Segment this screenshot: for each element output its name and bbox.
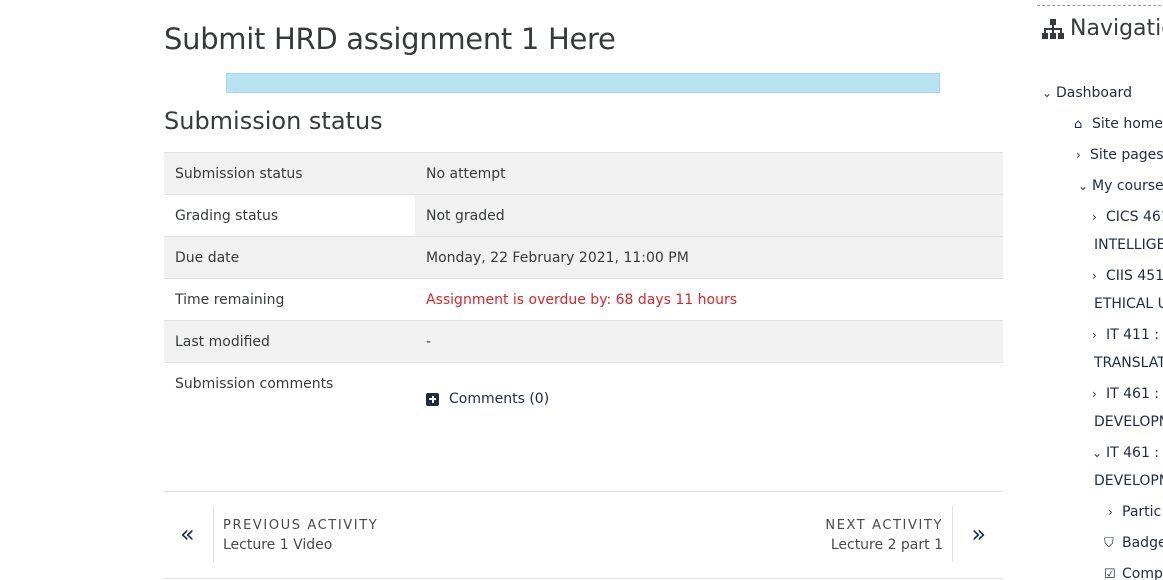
sidebar-item-label-line2: ETHICAL U — [1094, 296, 1163, 312]
row-value: - — [415, 320, 1003, 363]
row-value: Not graded — [415, 194, 1003, 237]
sidebar-item-my-courses[interactable]: ⌄My courses — [1078, 178, 1163, 194]
sidebar-item-course[interactable]: › IT 461 : — [1092, 386, 1159, 402]
chevron-down-icon: ⌄ — [1078, 179, 1089, 193]
sidebar-item-badges[interactable]: ⛉ Badge — [1104, 535, 1163, 551]
intro-bar — [226, 73, 940, 93]
sidebar-item-label: Site pages — [1090, 147, 1163, 163]
check-square-icon: ☑ — [1104, 567, 1116, 580]
sidebar-item-label-line2: INTELLIGE — [1094, 237, 1163, 253]
divider — [213, 506, 214, 562]
sidebar-item-site-pages[interactable]: › Site pages — [1076, 147, 1163, 163]
table-row: Grading status Not graded — [164, 194, 1003, 237]
sidebar-item-course[interactable]: › CICS 461 — [1092, 209, 1163, 225]
next-activity-name: Lecture 2 part 1 — [830, 537, 943, 553]
row-label: Submission status — [164, 152, 415, 195]
sidebar-item-label: IT 461 : — [1106, 386, 1160, 402]
navigation-title: Navigation — [1042, 16, 1163, 41]
row-label: Grading status — [164, 194, 415, 237]
section-title: Submission status — [164, 107, 383, 135]
chevron-right-icon: › — [1092, 328, 1097, 342]
sidebar-item-label-line2: DEVELOPM — [1094, 414, 1163, 430]
sidebar-item-site-home[interactable]: ⌂ Site home — [1074, 116, 1163, 132]
sidebar-item-label-line2: DEVELOPM — [1094, 473, 1163, 489]
sidebar-item-course[interactable]: › IT 411 : ( — [1092, 327, 1163, 343]
sidebar-item-label: IT 461 : — [1106, 445, 1160, 461]
sidebar-item-label: CICS 461 — [1106, 209, 1163, 225]
divider — [952, 506, 953, 562]
sidebar-item-course[interactable]: › CIIS 451 — [1092, 268, 1163, 284]
chevron-right-icon: › — [1092, 210, 1097, 224]
table-row: Submission comments Comments (0) — [164, 362, 1003, 464]
sidebar-dashed-border — [1037, 5, 1163, 6]
row-label: Submission comments — [164, 362, 415, 464]
chevron-right-icon: › — [1092, 269, 1097, 283]
row-label: Time remaining — [164, 278, 415, 321]
chevron-right-icon: › — [1108, 505, 1113, 519]
sidebar-item-label: Badge — [1122, 535, 1163, 551]
table-row: Time remaining Assignment is overdue by:… — [164, 278, 1003, 321]
row-value: No attempt — [415, 152, 1003, 195]
chevron-right-icon: › — [1092, 387, 1097, 401]
chevron-right-icon: › — [1076, 148, 1081, 162]
main-content: Submit HRD assignment 1 Here Submission … — [0, 0, 1020, 580]
sidebar-item-course-active[interactable]: ⌄ IT 461 : — [1092, 445, 1159, 461]
overdue-text: Assignment is overdue by: 68 days 11 hou… — [415, 278, 1003, 321]
sidebar-item-label-line2: TRANSLAT — [1094, 355, 1163, 371]
home-icon: ⌂ — [1074, 117, 1083, 132]
previous-activity-link[interactable]: « PREVIOUS ACTIVITY Lecture 1 Video — [164, 506, 564, 562]
sidebar-item-participants[interactable]: › Partic — [1108, 504, 1161, 520]
previous-activity-caption: PREVIOUS ACTIVITY — [223, 518, 379, 533]
row-value: Monday, 22 February 2021, 11:00 PM — [415, 236, 1003, 279]
row-label: Due date — [164, 236, 415, 279]
table-row: Due date Monday, 22 February 2021, 11:00… — [164, 236, 1003, 279]
row-label: Last modified — [164, 320, 415, 363]
chevron-down-icon: ⌄ — [1042, 86, 1053, 100]
sidebar-item-competencies[interactable]: ☑ Comp — [1104, 566, 1163, 580]
double-chevron-right-icon: » — [971, 520, 986, 548]
page-title: Submit HRD assignment 1 Here — [164, 22, 616, 56]
navigation-block: Navigation ⌄Dashboard ⌂Site home ›Site p… — [1037, 0, 1163, 580]
row-value: Comments (0) — [415, 362, 1003, 464]
sidebar-item-dashboard[interactable]: ⌄ Dashboard — [1042, 85, 1132, 101]
sidebar-item-label: Partic — [1122, 504, 1162, 520]
comments-link[interactable]: Comments (0) — [426, 391, 549, 407]
sidebar-item-label: Comp — [1122, 566, 1163, 580]
sidebar-item-label: Site home — [1092, 116, 1163, 132]
next-activity-link[interactable]: » NEXT ACTIVITY Lecture 2 part 1 — [603, 506, 1003, 562]
shield-icon: ⛉ — [1104, 536, 1114, 551]
sidebar-item-label: CIIS 451 — [1106, 268, 1163, 284]
previous-activity-name: Lecture 1 Video — [223, 537, 333, 553]
activity-navigation: « PREVIOUS ACTIVITY Lecture 1 Video » NE… — [164, 491, 1003, 579]
navigation-title-text: Navigation — [1070, 16, 1163, 41]
sidebar-item-label: Dashboard — [1056, 85, 1132, 101]
next-activity-caption: NEXT ACTIVITY — [825, 518, 943, 533]
sitemap-icon — [1042, 18, 1064, 39]
comments-label: Comments (0) — [449, 391, 550, 407]
table-row: Submission status No attempt — [164, 152, 1003, 195]
chevron-down-icon: ⌄ — [1092, 446, 1103, 460]
sidebar-item-label: IT 411 : ( — [1106, 327, 1163, 343]
submission-status-table: Submission status No attempt Grading sta… — [164, 152, 1003, 464]
sidebar-item-label: My courses — [1092, 178, 1163, 194]
table-row: Last modified - — [164, 320, 1003, 363]
double-chevron-left-icon: « — [180, 520, 195, 548]
plus-square-icon — [426, 392, 439, 406]
